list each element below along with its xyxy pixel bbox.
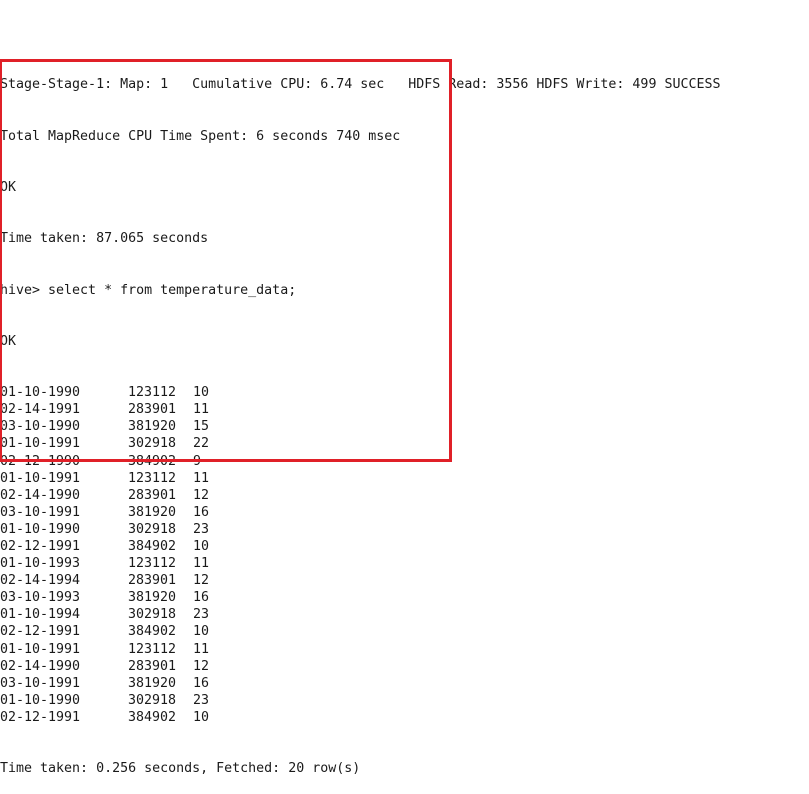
row-date: 01-10-1990 — [0, 692, 81, 708]
stage-summary-line: Stage-Stage-1: Map: 1 Cumulative CPU: 6.… — [0, 77, 721, 93]
partial-top-line — [0, 25, 809, 42]
row-id: 283901 — [128, 658, 177, 674]
table-row: 02-12-1991 384902 10 — [0, 709, 809, 726]
row-id: 123112 — [128, 556, 177, 572]
row-id: 384902 — [128, 709, 177, 725]
row-temperature: 16 — [193, 504, 210, 520]
row-temperature: 15 — [193, 419, 210, 435]
row-id: 381920 — [128, 504, 177, 520]
row-date: 01-10-1991 — [0, 470, 81, 486]
row-date: 01-10-1994 — [0, 607, 81, 623]
row-date: 03-10-1993 — [0, 590, 81, 606]
table-row: 01-10-1991 123112 11 — [0, 470, 809, 487]
table-row: 01-10-1993 123112 11 — [0, 555, 809, 572]
table-row: 01-10-1990 302918 23 — [0, 692, 809, 709]
row-temperature: 10 — [193, 385, 210, 401]
row-date: 02-12-1991 — [0, 709, 81, 725]
row-date: 03-10-1991 — [0, 504, 81, 520]
row-id: 384902 — [128, 624, 177, 640]
ok-line: OK — [0, 180, 17, 196]
row-temperature: 12 — [193, 658, 210, 674]
table-row: 03-10-1991 381920 16 — [0, 675, 809, 692]
row-date: 02-12-1991 — [0, 539, 81, 554]
row-temperature: 11 — [193, 402, 210, 418]
table-row: 02-12-1991 384902 10 — [0, 538, 809, 555]
row-date: 01-10-1991 — [0, 436, 81, 452]
row-date: 03-10-1991 — [0, 675, 81, 691]
row-temperature: 23 — [193, 607, 210, 623]
row-date: 01-10-1993 — [0, 556, 81, 572]
row-temperature: 12 — [193, 487, 210, 503]
row-id: 384902 — [128, 539, 177, 554]
row-temperature: 9 — [193, 453, 202, 469]
row-temperature: 10 — [193, 624, 210, 640]
row-id: 283901 — [128, 573, 177, 589]
query-ok-line: OK — [0, 333, 17, 349]
row-date: 02-14-1991 — [0, 402, 81, 418]
row-id: 123112 — [128, 641, 177, 657]
table-row: 02-14-1990 283901 12 — [0, 658, 809, 675]
row-temperature: 11 — [193, 641, 210, 657]
row-temperature: 23 — [193, 521, 210, 537]
table-row: 01-10-1994 302918 23 — [0, 606, 809, 623]
fetch-summary-line: Time taken: 0.256 seconds, Fetched: 20 r… — [0, 761, 361, 777]
row-id: 302918 — [128, 607, 177, 623]
row-date: 02-14-1994 — [0, 573, 81, 589]
row-id: 381920 — [128, 419, 177, 435]
row-temperature: 16 — [193, 590, 210, 606]
row-id: 123112 — [128, 385, 177, 401]
time-taken-line: Time taken: 87.065 seconds — [0, 231, 209, 247]
table-row: 01-10-1990 302918 23 — [0, 521, 809, 538]
table-row: 01-10-1991 302918 22 — [0, 435, 809, 452]
table-row: 01-10-1991 123112 11 — [0, 641, 809, 658]
row-date: 01-10-1991 — [0, 641, 81, 657]
table-row: 02-14-1994 283901 12 — [0, 572, 809, 589]
row-id: 381920 — [128, 675, 177, 691]
row-id: 123112 — [128, 470, 177, 486]
row-temperature: 11 — [193, 556, 210, 572]
row-id: 302918 — [128, 436, 177, 452]
row-date: 01-10-1990 — [0, 385, 81, 401]
row-temperature: 22 — [193, 436, 210, 452]
row-id: 384902 — [128, 453, 177, 469]
row-temperature: 16 — [193, 675, 210, 691]
row-id: 381920 — [128, 590, 177, 606]
row-date: 02-14-1990 — [0, 487, 81, 503]
row-date: 01-10-1990 — [0, 521, 81, 537]
table-row: 02-12-1990 384902 9 — [0, 453, 809, 470]
table-row: 03-10-1990 381920 15 — [0, 418, 809, 435]
row-temperature: 10 — [193, 709, 210, 725]
table-row: 01-10-1990 123112 10 — [0, 384, 809, 401]
table-row: 02-14-1991 283901 11 — [0, 401, 809, 418]
row-date: 03-10-1990 — [0, 419, 81, 435]
row-temperature: 10 — [193, 539, 210, 554]
row-temperature: 11 — [193, 470, 210, 486]
row-id: 302918 — [128, 692, 177, 708]
result-table: 01-10-1990 123112 10 02-14-1991 283901 11 03-1… — [0, 384, 809, 726]
terminal-output[interactable]: Stage-Stage-1: Map: 1 Cumulative CPU: 6.… — [0, 0, 809, 776]
row-id: 302918 — [128, 521, 177, 537]
row-date: 02-12-1990 — [0, 453, 81, 469]
row-date: 02-12-1991 — [0, 624, 81, 640]
hive-prompt-line: hive> select * from temperature_data; — [0, 282, 297, 298]
row-date: 02-14-1990 — [0, 658, 81, 674]
row-id: 283901 — [128, 487, 177, 503]
row-id: 283901 — [128, 402, 177, 418]
table-row: 02-14-1990 283901 12 — [0, 487, 809, 504]
table-row: 02-12-1991 384902 10 — [0, 623, 809, 640]
row-temperature: 12 — [193, 573, 210, 589]
table-row: 03-10-1991 381920 16 — [0, 504, 809, 521]
table-row: 03-10-1993 381920 16 — [0, 589, 809, 606]
row-temperature: 23 — [193, 692, 210, 708]
cpu-time-line: Total MapReduce CPU Time Spent: 6 second… — [0, 128, 401, 144]
